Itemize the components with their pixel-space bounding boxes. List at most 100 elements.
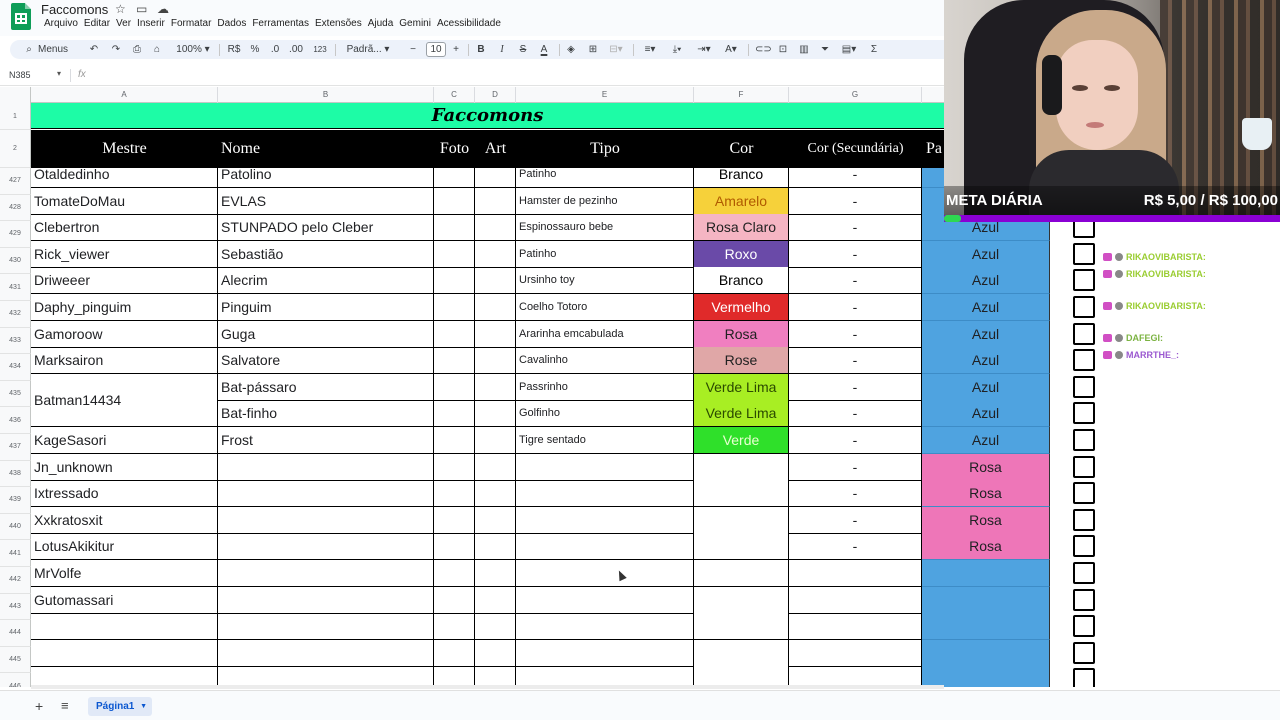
- table-row[interactable]: Marksairon Salvatore Cavalinho Rose - Azul: [31, 347, 1280, 375]
- cell-nome[interactable]: [218, 666, 434, 687]
- table-row[interactable]: [31, 639, 1280, 667]
- cell-cor[interactable]: [694, 560, 789, 587]
- cell-mestre[interactable]: LotusAkikitur: [31, 533, 218, 561]
- row-header[interactable]: 429: [0, 221, 31, 248]
- fill-color-icon[interactable]: ◈: [565, 40, 577, 59]
- cell-foto[interactable]: [434, 240, 475, 268]
- row-header[interactable]: 438: [0, 460, 31, 488]
- cell-mestre[interactable]: TomateDoMau: [31, 187, 218, 215]
- row-header[interactable]: 428: [0, 194, 31, 222]
- cell-foto[interactable]: [434, 294, 475, 321]
- cell-nome[interactable]: Patolino: [218, 168, 434, 188]
- cell-nome[interactable]: EVLAS: [218, 187, 434, 215]
- cell-mestre[interactable]: [31, 639, 218, 667]
- row-header[interactable]: 434: [0, 354, 31, 381]
- cell-foto[interactable]: [434, 560, 475, 587]
- cell-nome[interactable]: Bat-finho: [218, 400, 434, 428]
- cell-nome[interactable]: Pinguim: [218, 294, 434, 321]
- cell-pa[interactable]: Azul: [922, 427, 1050, 454]
- row-header[interactable]: 427: [0, 168, 31, 195]
- add-sheet-icon[interactable]: +: [35, 698, 43, 714]
- cell-pa[interactable]: Rosa: [922, 506, 1050, 534]
- cell-cor[interactable]: Verde Lima: [694, 400, 789, 428]
- checkbox[interactable]: [1073, 296, 1095, 318]
- cell-cor[interactable]: Amarelo: [694, 187, 789, 215]
- cell-cor[interactable]: [694, 480, 789, 508]
- table-row[interactable]: Bat-finho Golfinho Verde Lima - Azul: [31, 400, 1280, 428]
- font-size-increase-button[interactable]: +: [451, 40, 461, 59]
- cell-nome[interactable]: Bat-pássaro: [218, 373, 434, 401]
- cell-cor[interactable]: Rosa: [694, 320, 789, 348]
- cell-pa[interactable]: Azul: [922, 240, 1050, 268]
- cell-nome[interactable]: [218, 613, 434, 641]
- menu-item-ver[interactable]: Ver: [113, 17, 134, 33]
- cell-pa[interactable]: Azul: [922, 267, 1050, 295]
- row-header[interactable]: 441: [0, 540, 31, 567]
- cell-cor-secundaria[interactable]: -: [789, 187, 922, 215]
- cell-tipo[interactable]: Patinho: [516, 168, 694, 188]
- cell-mestre[interactable]: Rick_viewer: [31, 240, 218, 268]
- cell-cor[interactable]: [694, 453, 789, 481]
- cell-mestre[interactable]: [31, 613, 218, 641]
- cell-mestre[interactable]: Ixtressado: [31, 480, 218, 508]
- cell-cor[interactable]: [694, 666, 789, 687]
- cell-cor[interactable]: [694, 613, 789, 641]
- cell-nome[interactable]: [218, 480, 434, 508]
- cell-art[interactable]: [475, 373, 516, 401]
- cell-cor-secundaria[interactable]: -: [789, 506, 922, 534]
- sheets-logo-icon[interactable]: [11, 3, 31, 30]
- menu-item-extensoes[interactable]: Extensões: [312, 17, 365, 33]
- sheet-tab-pagina1[interactable]: Página1 ▼: [88, 697, 152, 716]
- cell-nome[interactable]: Guga: [218, 320, 434, 348]
- cell-foto[interactable]: [434, 427, 475, 454]
- table-row[interactable]: [31, 666, 1280, 687]
- insert-link-icon[interactable]: ⊂⊃: [755, 40, 772, 59]
- cell-art[interactable]: [475, 214, 516, 242]
- chevron-down-icon[interactable]: ▾: [57, 69, 61, 78]
- cell-cor[interactable]: Roxo: [694, 240, 789, 268]
- row-header[interactable]: 1: [0, 103, 31, 130]
- cell-nome[interactable]: [218, 453, 434, 481]
- cell-mestre[interactable]: Gutomassari: [31, 586, 218, 614]
- sheet-title-row[interactable]: Faccomons: [31, 103, 944, 129]
- cell-nome[interactable]: STUNPADO pelo Cleber: [218, 214, 434, 242]
- cell-art[interactable]: [475, 240, 516, 268]
- cell-pa[interactable]: [922, 586, 1050, 614]
- cell-cor-secundaria[interactable]: -: [789, 480, 922, 508]
- cell-tipo[interactable]: [516, 560, 694, 587]
- cell-foto[interactable]: [434, 586, 475, 614]
- name-box[interactable]: N385: [9, 70, 31, 80]
- cell-pa[interactable]: [922, 666, 1050, 687]
- cell-nome[interactable]: [218, 560, 434, 587]
- cell-cor[interactable]: [694, 506, 789, 534]
- checkbox[interactable]: [1073, 455, 1095, 478]
- table-row[interactable]: Batman14434 Bat-pássaro Passrinho Verde Lim…: [31, 373, 1280, 427]
- cell-art[interactable]: [475, 560, 516, 587]
- menu-item-arquivo[interactable]: Arquivo: [41, 17, 81, 33]
- cell-mestre[interactable]: Daphy_pinguim: [31, 294, 218, 321]
- column-header-a[interactable]: A: [31, 87, 218, 103]
- cell-cor-secundaria[interactable]: -: [789, 533, 922, 561]
- column-header-f[interactable]: F: [694, 87, 789, 103]
- document-title[interactable]: Faccomons: [41, 2, 108, 17]
- undo-icon[interactable]: ↶: [88, 40, 100, 59]
- cell-pa[interactable]: Rosa: [922, 453, 1050, 481]
- cell-art[interactable]: [475, 320, 516, 348]
- cell-tipo[interactable]: [516, 533, 694, 561]
- column-header-d[interactable]: D: [475, 87, 516, 103]
- font-size-decrease-button[interactable]: −: [408, 40, 418, 59]
- cell-cor[interactable]: [694, 533, 789, 561]
- cell-foto[interactable]: [434, 533, 475, 561]
- cell-foto[interactable]: [434, 400, 475, 428]
- number-format-button[interactable]: 123: [310, 40, 330, 59]
- cell-cor-secundaria[interactable]: -: [789, 267, 922, 295]
- cell-mestre[interactable]: MrVolfe: [31, 560, 218, 587]
- cell-tipo[interactable]: Patinho: [516, 240, 694, 268]
- cell-tipo[interactable]: [516, 586, 694, 614]
- bold-icon[interactable]: B: [475, 40, 487, 59]
- cell-mestre[interactable]: Marksairon: [31, 347, 218, 375]
- row-header[interactable]: 431: [0, 274, 31, 301]
- currency-format-button[interactable]: R$: [226, 40, 242, 59]
- cell-cor-secundaria[interactable]: -: [789, 240, 922, 268]
- cell-tipo[interactable]: Passrinho: [516, 373, 694, 401]
